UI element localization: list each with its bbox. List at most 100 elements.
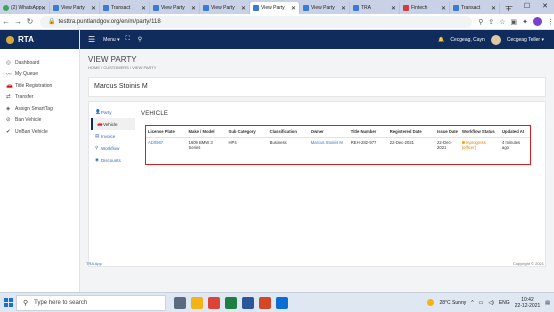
windows-start-icon[interactable] [0, 293, 16, 312]
chrome-icon[interactable] [208, 296, 220, 309]
transfer-icon: ⇄ [6, 94, 11, 101]
volume-icon[interactable]: ◁) [488, 300, 494, 306]
subnav-tab[interactable]: 👤 Party [91, 106, 135, 118]
sidebar-item[interactable]: ⊘ Ban Vehicle [0, 115, 79, 127]
tray-chevron-icon[interactable]: ^ [471, 300, 473, 306]
sidebar-item[interactable]: ◎ Dashboard [0, 57, 79, 69]
subnav-tab[interactable]: 🚗 Vehicle [91, 118, 135, 130]
footer-app-link[interactable]: TRA App [86, 261, 102, 266]
brand[interactable]: RTA [0, 30, 79, 49]
subnav-tab[interactable]: ⚲ Workflow [91, 142, 135, 154]
tab-close-icon[interactable]: ✕ [391, 5, 396, 12]
weather-text[interactable]: 28°C Sunny [439, 300, 466, 306]
share-icon[interactable]: ⇪ [488, 18, 494, 26]
notification-bell-icon[interactable]: 🔔 [438, 37, 444, 43]
tab-label: View Party [211, 5, 235, 11]
url-input[interactable]: 🔒 testtra.puntlandgov.org/en/m/party/118 [40, 15, 473, 28]
subnav-label: Invoice [101, 133, 116, 139]
tab-label: Fintech [411, 5, 428, 11]
bookmark-star-icon[interactable]: ☆ [499, 18, 505, 26]
browser-tab[interactable]: Fintech ✕ [400, 2, 450, 14]
kebab-menu-icon[interactable]: ⋮ [547, 18, 554, 26]
main-content: VIEW PARTY HOME / CUSTOMERS / VIEW PARTY… [80, 49, 554, 292]
subnav-tab[interactable]: ◉ Discounts [91, 154, 135, 166]
table-row: AD0987 1609 BMW 3 Series HP4 Business Marcus… [146, 138, 530, 153]
tab-label: View Party [161, 5, 185, 11]
page-icon [203, 5, 209, 11]
sidebar-item[interactable]: ⇄ Transfer [0, 92, 79, 104]
back-icon[interactable]: ← [0, 17, 12, 26]
zoom-icon[interactable]: ⚲ [478, 18, 483, 26]
search-icon[interactable]: ⚲ [138, 36, 142, 43]
column-header: Owner [308, 126, 349, 138]
word-icon[interactable] [242, 296, 254, 309]
table-cell: 1609 BMW 3 Series [188, 140, 213, 150]
breadcrumb[interactable]: HOME / CUSTOMERS / VIEW PARTY [88, 65, 156, 70]
browser-tab[interactable]: Transact ✕ [450, 2, 500, 14]
car-icon: 🚗 [6, 82, 13, 89]
puzzle-icon[interactable]: ✦ [522, 18, 528, 26]
table-cell[interactable]: AD0987 [146, 138, 187, 153]
extension-icon[interactable]: ▣ [511, 18, 518, 26]
tab-close-icon[interactable]: ✕ [291, 5, 296, 12]
workflow-status: Inprogress [officer] [462, 140, 486, 150]
excel-icon[interactable] [225, 296, 237, 309]
tab-close-icon[interactable]: ✕ [141, 5, 146, 12]
sidebar-item[interactable]: ◈ Assign SmartTag [0, 103, 79, 115]
minimize-icon[interactable]: — [500, 0, 518, 14]
language-indicator[interactable]: ENG [499, 300, 510, 306]
tab-close-icon[interactable]: ✕ [191, 5, 196, 12]
maximize-icon[interactable]: ☐ [518, 0, 536, 14]
clock[interactable]: 10:42 22-12-2021 [515, 297, 541, 309]
role-dropdown[interactable]: Cecgeag Teller ▾ [507, 37, 544, 43]
subnav-label: Vehicle [103, 121, 118, 127]
sidebar-item-label: Ban Vehicle [15, 117, 42, 124]
forward-icon[interactable]: → [12, 17, 24, 26]
brand-name: RTA [18, 35, 34, 44]
network-icon[interactable]: ▭ [479, 300, 484, 306]
tab-close-icon[interactable]: ✕ [241, 5, 246, 12]
browser-tab[interactable]: View Party ✕ [300, 2, 350, 14]
taskbar-search-input[interactable]: ⚲ Type here to search [16, 294, 166, 311]
sidebar-item[interactable]: ✔ UnBan Vehicle [0, 126, 79, 138]
subnav-tab[interactable]: ▤ Invoice [91, 130, 135, 142]
notification-center-icon[interactable]: ▤ [545, 300, 550, 306]
vehicle-table-container: License Plate Make / Model Sub Category Cla… [145, 125, 531, 165]
table-cell: 22-Dec-2021 [437, 140, 452, 150]
profile-avatar[interactable] [533, 17, 542, 26]
user-name-dropdown[interactable]: Cecgeag, Cayn [450, 37, 484, 43]
tab-close-icon[interactable]: ✕ [341, 5, 346, 12]
hamburger-icon[interactable]: ☰ [88, 35, 95, 44]
sidebar-item[interactable]: 🚗 Title Registration [0, 80, 79, 92]
section-title: VEHICLE [141, 111, 169, 117]
browser-tab[interactable]: View Party ✕ [50, 2, 100, 14]
table-header-row: License Plate Make / Model Sub Category Cla… [146, 126, 530, 138]
address-bar: ← → ↻ 🔒 testtra.puntlandgov.org/en/m/part… [0, 14, 554, 30]
tab-close-icon[interactable]: ✕ [41, 5, 46, 12]
browser-tab[interactable]: Transact ✕ [100, 2, 150, 14]
chart-icon: 〰 [6, 72, 12, 79]
reload-icon[interactable]: ↻ [24, 17, 36, 26]
browser-tab[interactable]: (2) WhatsApp ✕ [0, 2, 50, 14]
browser-tab[interactable]: View Party ✕ [150, 2, 200, 14]
menu-dropdown[interactable]: Menu ▾ [103, 37, 119, 43]
sidebar-item[interactable]: 〰 My Queue [0, 69, 79, 81]
search-icon: ⚲ [23, 299, 29, 307]
check-icon: ✔ [6, 128, 11, 135]
file-explorer-icon[interactable] [191, 296, 203, 309]
tab-close-icon[interactable]: ✕ [441, 5, 446, 12]
photos-icon[interactable] [276, 296, 288, 309]
tab-close-icon[interactable]: ✕ [91, 5, 96, 12]
page-icon [353, 5, 359, 11]
powerpoint-icon[interactable] [259, 296, 271, 309]
fullscreen-icon[interactable]: ⛶ [126, 36, 130, 43]
tab-close-icon[interactable]: ✕ [491, 5, 496, 12]
browser-tab[interactable]: View Party ✕ [200, 2, 250, 14]
browser-tab[interactable]: TRA ✕ [350, 2, 400, 14]
avatar[interactable] [490, 34, 501, 45]
page-icon [453, 5, 459, 11]
close-window-icon[interactable]: ✕ [536, 0, 554, 14]
table-cell[interactable]: Marcus Stoinis M [309, 138, 349, 153]
task-view-icon[interactable] [174, 296, 186, 309]
browser-tab[interactable]: View Party ✕ [250, 2, 300, 14]
